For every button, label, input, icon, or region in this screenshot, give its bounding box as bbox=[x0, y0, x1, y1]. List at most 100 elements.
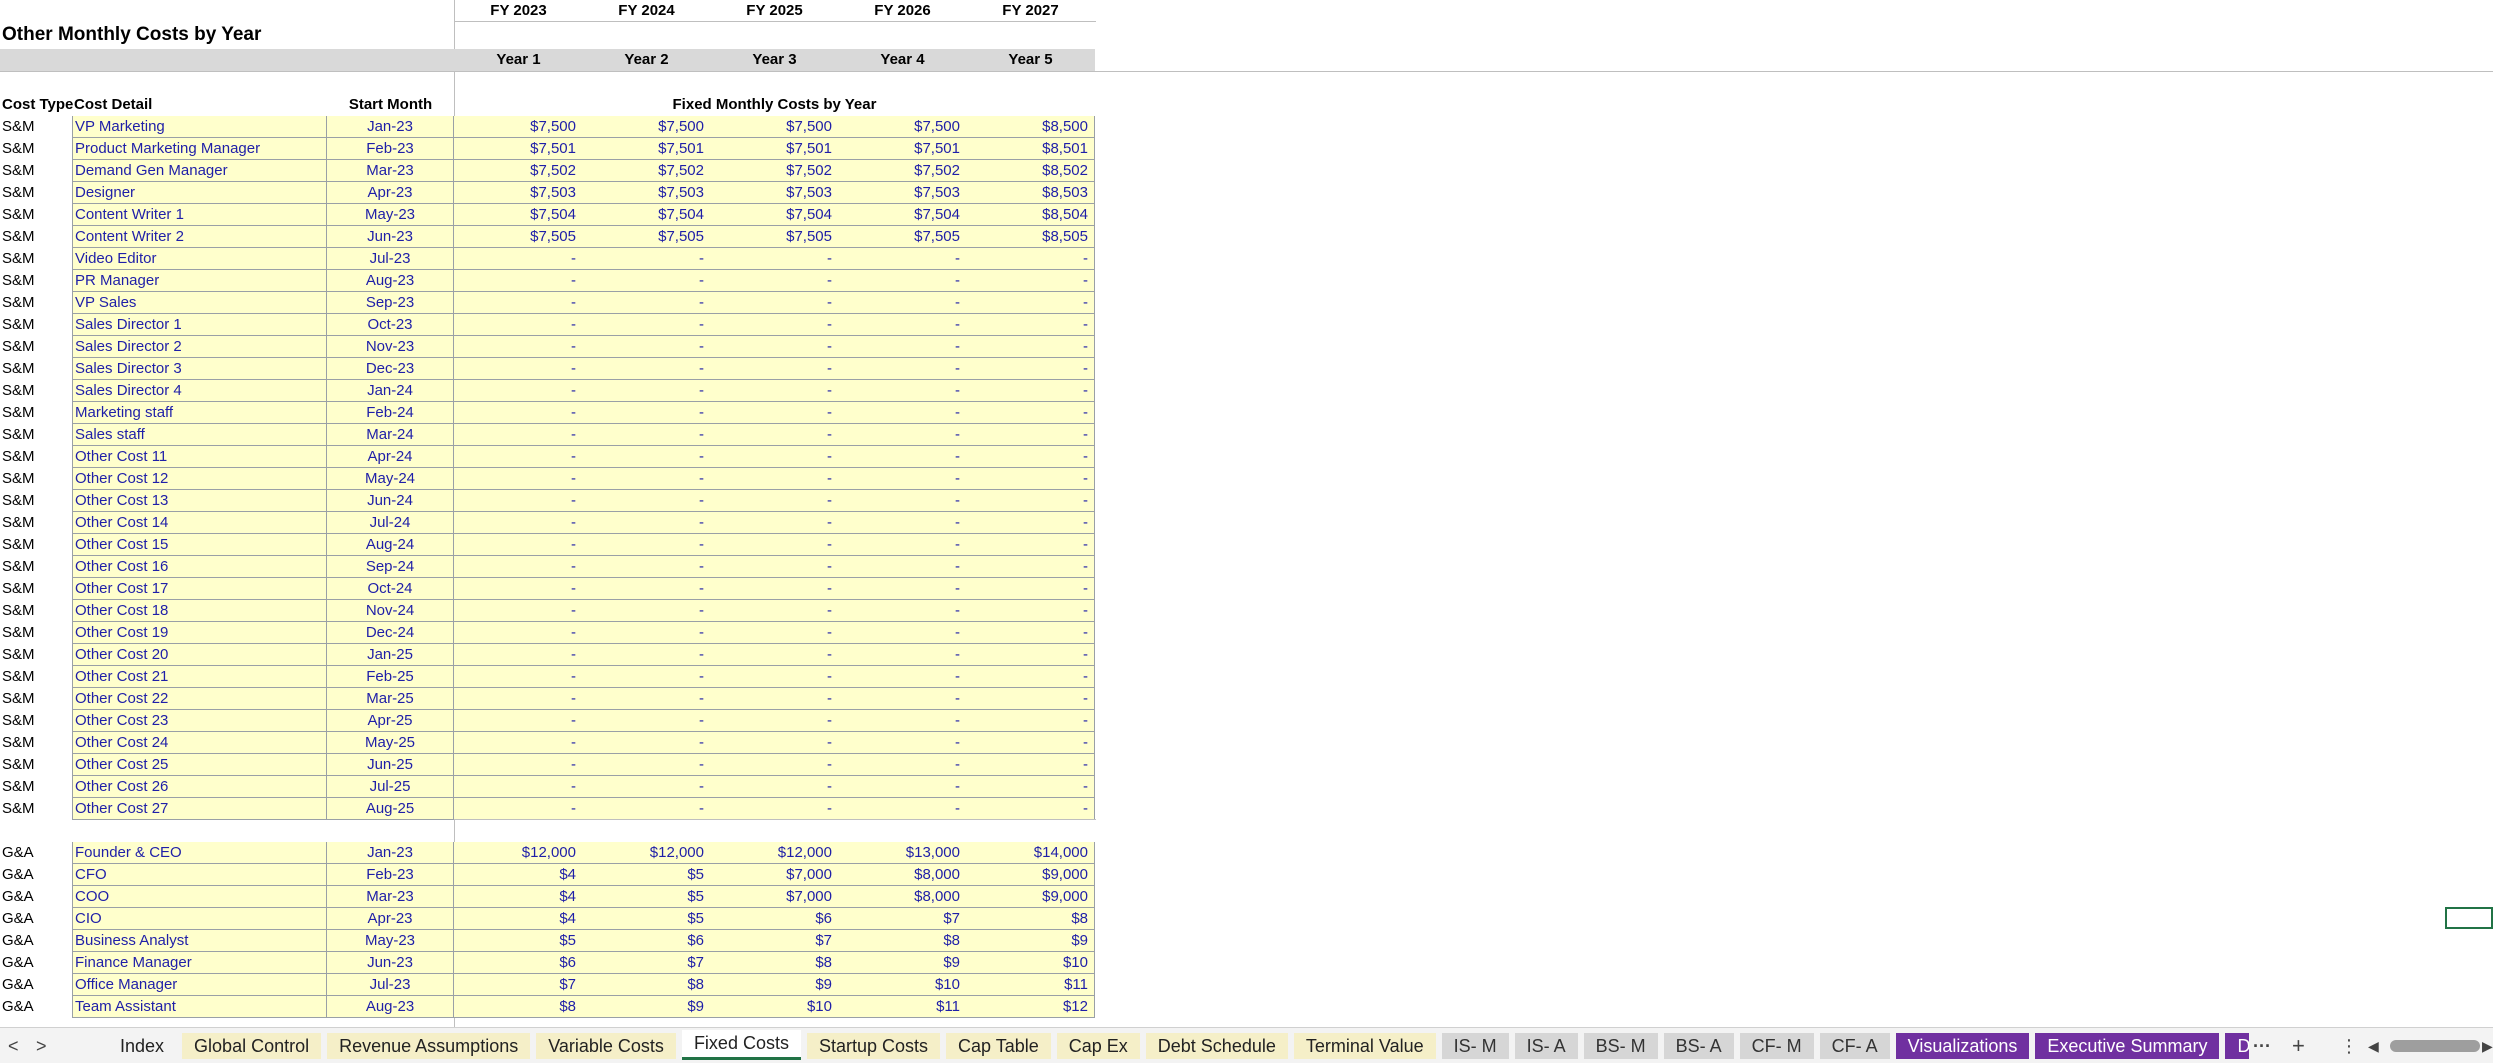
fixed-cost-value-cell[interactable]: $6 bbox=[710, 908, 839, 930]
fixed-cost-value-cell[interactable]: $11 bbox=[966, 974, 1095, 996]
fixed-cost-value-cell[interactable]: $14,000 bbox=[966, 842, 1095, 864]
fixed-cost-value-cell[interactable]: - bbox=[454, 380, 583, 402]
fixed-cost-value-cell[interactable]: $8 bbox=[838, 930, 967, 952]
start-month-cell[interactable]: Aug-23 bbox=[327, 270, 454, 292]
fixed-cost-value-cell[interactable]: $7,501 bbox=[454, 138, 583, 160]
start-month-cell[interactable]: Mar-23 bbox=[327, 160, 454, 182]
fixed-cost-value-cell[interactable]: - bbox=[454, 314, 583, 336]
start-month-cell[interactable]: Jun-24 bbox=[327, 490, 454, 512]
fixed-cost-value-cell[interactable]: - bbox=[454, 490, 583, 512]
tab-terminal-value[interactable]: Terminal Value bbox=[1293, 1033, 1436, 1059]
fixed-cost-value-cell[interactable]: $7,505 bbox=[710, 226, 839, 248]
cost-detail-cell[interactable]: Other Cost 20 bbox=[72, 644, 327, 666]
fixed-cost-value-cell[interactable]: - bbox=[966, 776, 1095, 798]
fixed-cost-value-cell[interactable]: $7,503 bbox=[454, 182, 583, 204]
scroll-tabs-left-button[interactable]: < bbox=[8, 1034, 19, 1058]
fixed-cost-value-cell[interactable]: $7,504 bbox=[582, 204, 711, 226]
fixed-cost-value-cell[interactable]: - bbox=[582, 402, 711, 424]
cost-detail-cell[interactable]: Team Assistant bbox=[72, 996, 327, 1018]
fixed-cost-value-cell[interactable]: - bbox=[838, 666, 967, 688]
fixed-cost-value-cell[interactable]: - bbox=[838, 600, 967, 622]
fixed-cost-value-cell[interactable]: - bbox=[966, 710, 1095, 732]
tab-bs-a[interactable]: BS- A bbox=[1663, 1033, 1734, 1059]
fixed-cost-value-cell[interactable]: - bbox=[710, 446, 839, 468]
tab-executive-summary[interactable]: Executive Summary bbox=[2035, 1033, 2220, 1059]
fixed-cost-value-cell[interactable]: - bbox=[454, 798, 583, 820]
cost-detail-cell[interactable]: Sales Director 1 bbox=[72, 314, 327, 336]
fixed-cost-value-cell[interactable]: $7,503 bbox=[838, 182, 967, 204]
fixed-cost-value-cell[interactable]: $13,000 bbox=[838, 842, 967, 864]
start-month-cell[interactable]: Nov-24 bbox=[327, 600, 454, 622]
fixed-cost-value-cell[interactable]: - bbox=[710, 666, 839, 688]
fixed-cost-value-cell[interactable]: - bbox=[582, 798, 711, 820]
fixed-cost-value-cell[interactable]: - bbox=[838, 402, 967, 424]
cost-detail-cell[interactable]: Designer bbox=[72, 182, 327, 204]
fixed-cost-value-cell[interactable]: $10 bbox=[838, 974, 967, 996]
start-month-cell[interactable]: Aug-25 bbox=[327, 798, 454, 820]
fixed-cost-value-cell[interactable]: $7,502 bbox=[582, 160, 711, 182]
fixed-cost-value-cell[interactable]: $7,502 bbox=[454, 160, 583, 182]
start-month-cell[interactable]: Mar-23 bbox=[327, 886, 454, 908]
fixed-cost-value-cell[interactable]: - bbox=[838, 534, 967, 556]
fixed-cost-value-cell[interactable]: - bbox=[454, 666, 583, 688]
fixed-cost-value-cell[interactable]: - bbox=[710, 798, 839, 820]
start-month-cell[interactable]: Aug-24 bbox=[327, 534, 454, 556]
fixed-cost-value-cell[interactable]: $12 bbox=[966, 996, 1095, 1018]
cost-detail-cell[interactable]: Other Cost 21 bbox=[72, 666, 327, 688]
fixed-cost-value-cell[interactable]: $12,000 bbox=[710, 842, 839, 864]
start-month-cell[interactable]: Apr-23 bbox=[327, 908, 454, 930]
start-month-cell[interactable]: May-23 bbox=[327, 930, 454, 952]
start-month-cell[interactable]: Sep-24 bbox=[327, 556, 454, 578]
fixed-cost-value-cell[interactable]: - bbox=[710, 248, 839, 270]
fixed-cost-value-cell[interactable]: - bbox=[582, 732, 711, 754]
fixed-cost-value-cell[interactable]: - bbox=[966, 534, 1095, 556]
cost-detail-cell[interactable]: Other Cost 17 bbox=[72, 578, 327, 600]
start-month-cell[interactable]: Jan-23 bbox=[327, 116, 454, 138]
fixed-cost-value-cell[interactable]: - bbox=[454, 468, 583, 490]
start-month-cell[interactable]: Jul-23 bbox=[327, 248, 454, 270]
tab-visualizations[interactable]: Visualizations bbox=[1895, 1033, 2030, 1059]
fixed-cost-value-cell[interactable]: - bbox=[966, 248, 1095, 270]
fixed-cost-value-cell[interactable]: - bbox=[454, 556, 583, 578]
fixed-cost-value-cell[interactable]: - bbox=[582, 688, 711, 710]
fixed-cost-value-cell[interactable]: - bbox=[966, 402, 1095, 424]
fixed-cost-value-cell[interactable]: $7,503 bbox=[710, 182, 839, 204]
fixed-cost-value-cell[interactable]: - bbox=[454, 710, 583, 732]
cost-detail-cell[interactable]: Finance Manager bbox=[72, 952, 327, 974]
cost-detail-cell[interactable]: Sales Director 4 bbox=[72, 380, 327, 402]
fixed-cost-value-cell[interactable]: - bbox=[454, 248, 583, 270]
start-month-cell[interactable]: Jun-23 bbox=[327, 952, 454, 974]
start-month-cell[interactable]: May-24 bbox=[327, 468, 454, 490]
fixed-cost-value-cell[interactable]: $7 bbox=[454, 974, 583, 996]
fixed-cost-value-cell[interactable]: $7,505 bbox=[582, 226, 711, 248]
fixed-cost-value-cell[interactable]: - bbox=[454, 424, 583, 446]
fixed-cost-value-cell[interactable]: - bbox=[454, 688, 583, 710]
tab-is-a[interactable]: IS- A bbox=[1514, 1033, 1578, 1059]
fixed-cost-value-cell[interactable]: $8,000 bbox=[838, 864, 967, 886]
fixed-cost-value-cell[interactable]: - bbox=[838, 512, 967, 534]
cost-detail-cell[interactable]: Other Cost 26 bbox=[72, 776, 327, 798]
start-month-cell[interactable]: Dec-23 bbox=[327, 358, 454, 380]
fixed-cost-value-cell[interactable]: - bbox=[454, 732, 583, 754]
start-month-cell[interactable]: Mar-24 bbox=[327, 424, 454, 446]
fixed-cost-value-cell[interactable]: $8,505 bbox=[966, 226, 1095, 248]
fixed-cost-value-cell[interactable]: $8,503 bbox=[966, 182, 1095, 204]
start-month-cell[interactable]: May-23 bbox=[327, 204, 454, 226]
fixed-cost-value-cell[interactable]: - bbox=[710, 402, 839, 424]
fixed-cost-value-cell[interactable]: - bbox=[454, 534, 583, 556]
fixed-cost-value-cell[interactable]: $7 bbox=[710, 930, 839, 952]
fixed-cost-value-cell[interactable]: - bbox=[582, 358, 711, 380]
fixed-cost-value-cell[interactable]: - bbox=[838, 754, 967, 776]
fixed-cost-value-cell[interactable]: - bbox=[582, 556, 711, 578]
fixed-cost-value-cell[interactable]: $7,501 bbox=[710, 138, 839, 160]
fixed-cost-value-cell[interactable]: $7 bbox=[838, 908, 967, 930]
scroll-tabs-right-button[interactable]: > bbox=[36, 1034, 47, 1058]
tab-global-control[interactable]: Global Control bbox=[182, 1033, 322, 1059]
fixed-cost-value-cell[interactable]: $8 bbox=[710, 952, 839, 974]
fixed-cost-value-cell[interactable]: $8 bbox=[582, 974, 711, 996]
cost-detail-cell[interactable]: Sales staff bbox=[72, 424, 327, 446]
fixed-cost-value-cell[interactable]: $5 bbox=[582, 908, 711, 930]
fixed-cost-value-cell[interactable]: - bbox=[838, 490, 967, 512]
cost-detail-cell[interactable]: Other Cost 24 bbox=[72, 732, 327, 754]
fixed-cost-value-cell[interactable]: $9 bbox=[582, 996, 711, 1018]
